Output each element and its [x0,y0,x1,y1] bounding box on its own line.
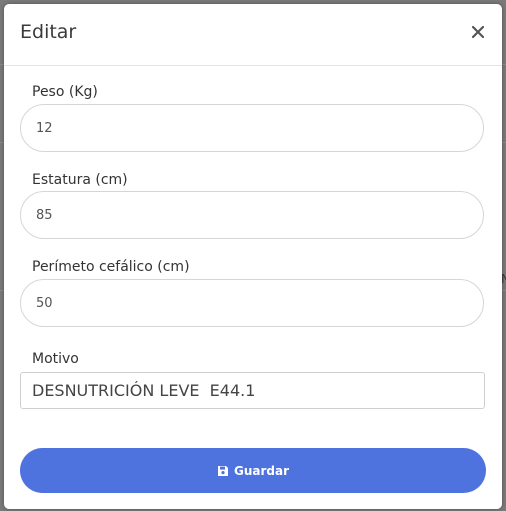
save-button-label: Guardar [233,463,289,478]
save-button[interactable]: Guardar [20,448,486,493]
peso-input[interactable] [20,104,484,152]
motivo-label: Motivo [32,351,79,367]
perimetro-label: Perímeto cefálico (cm) [32,259,190,275]
motivo-input[interactable] [20,372,485,409]
estatura-input[interactable] [20,191,484,239]
peso-label: Peso (Kg) [32,84,98,100]
close-button[interactable] [467,21,489,43]
edit-modal: Editar Peso (Kg) Estatura (cm) Perímeto … [4,4,502,509]
estatura-label: Estatura (cm) [32,172,128,188]
perimetro-input[interactable] [20,279,484,327]
modal-header: Editar [4,4,502,66]
floppy-disk-icon [217,465,228,476]
close-icon [471,25,485,39]
modal-title: Editar [20,21,77,43]
